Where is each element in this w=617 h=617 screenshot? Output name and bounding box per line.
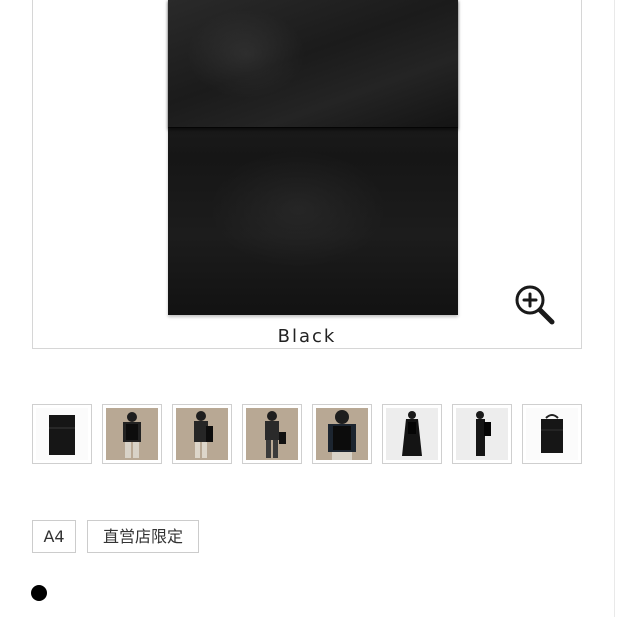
thumbnail-2[interactable] bbox=[102, 404, 162, 464]
thumbnail-4[interactable] bbox=[242, 404, 302, 464]
tag-store-exclusive[interactable]: 直営店限定 bbox=[87, 520, 199, 553]
zoom-in-icon[interactable] bbox=[513, 283, 557, 327]
main-product-image[interactable]: Black bbox=[32, 0, 582, 349]
model-profile-thumbnail bbox=[456, 408, 508, 460]
bag-backpack-thumbnail bbox=[526, 408, 578, 460]
tag-a4[interactable]: A4 bbox=[32, 520, 76, 553]
page-edge-divider bbox=[614, 0, 615, 617]
model-full-length-thumbnail bbox=[386, 408, 438, 460]
thumbnail-6[interactable] bbox=[382, 404, 442, 464]
thumbnail-5[interactable] bbox=[312, 404, 372, 464]
color-label: Black bbox=[277, 326, 337, 347]
product-page: { "product": { "color_label": "Black" },… bbox=[0, 0, 617, 617]
bag-image bbox=[168, 0, 458, 315]
model-side-view-thumbnail bbox=[176, 408, 228, 460]
thumbnail-7[interactable] bbox=[452, 404, 512, 464]
model-back-view-thumbnail bbox=[106, 408, 158, 460]
thumbnail-3[interactable] bbox=[172, 404, 232, 464]
bag-front-thumbnail bbox=[36, 408, 88, 460]
thumbnail-8[interactable] bbox=[522, 404, 582, 464]
model-front-view-thumbnail bbox=[246, 408, 298, 460]
bag-flap bbox=[168, 0, 458, 128]
color-dot-icon[interactable] bbox=[31, 585, 47, 601]
model-back-closeup-thumbnail bbox=[316, 408, 368, 460]
thumbnail-1[interactable] bbox=[32, 404, 92, 464]
